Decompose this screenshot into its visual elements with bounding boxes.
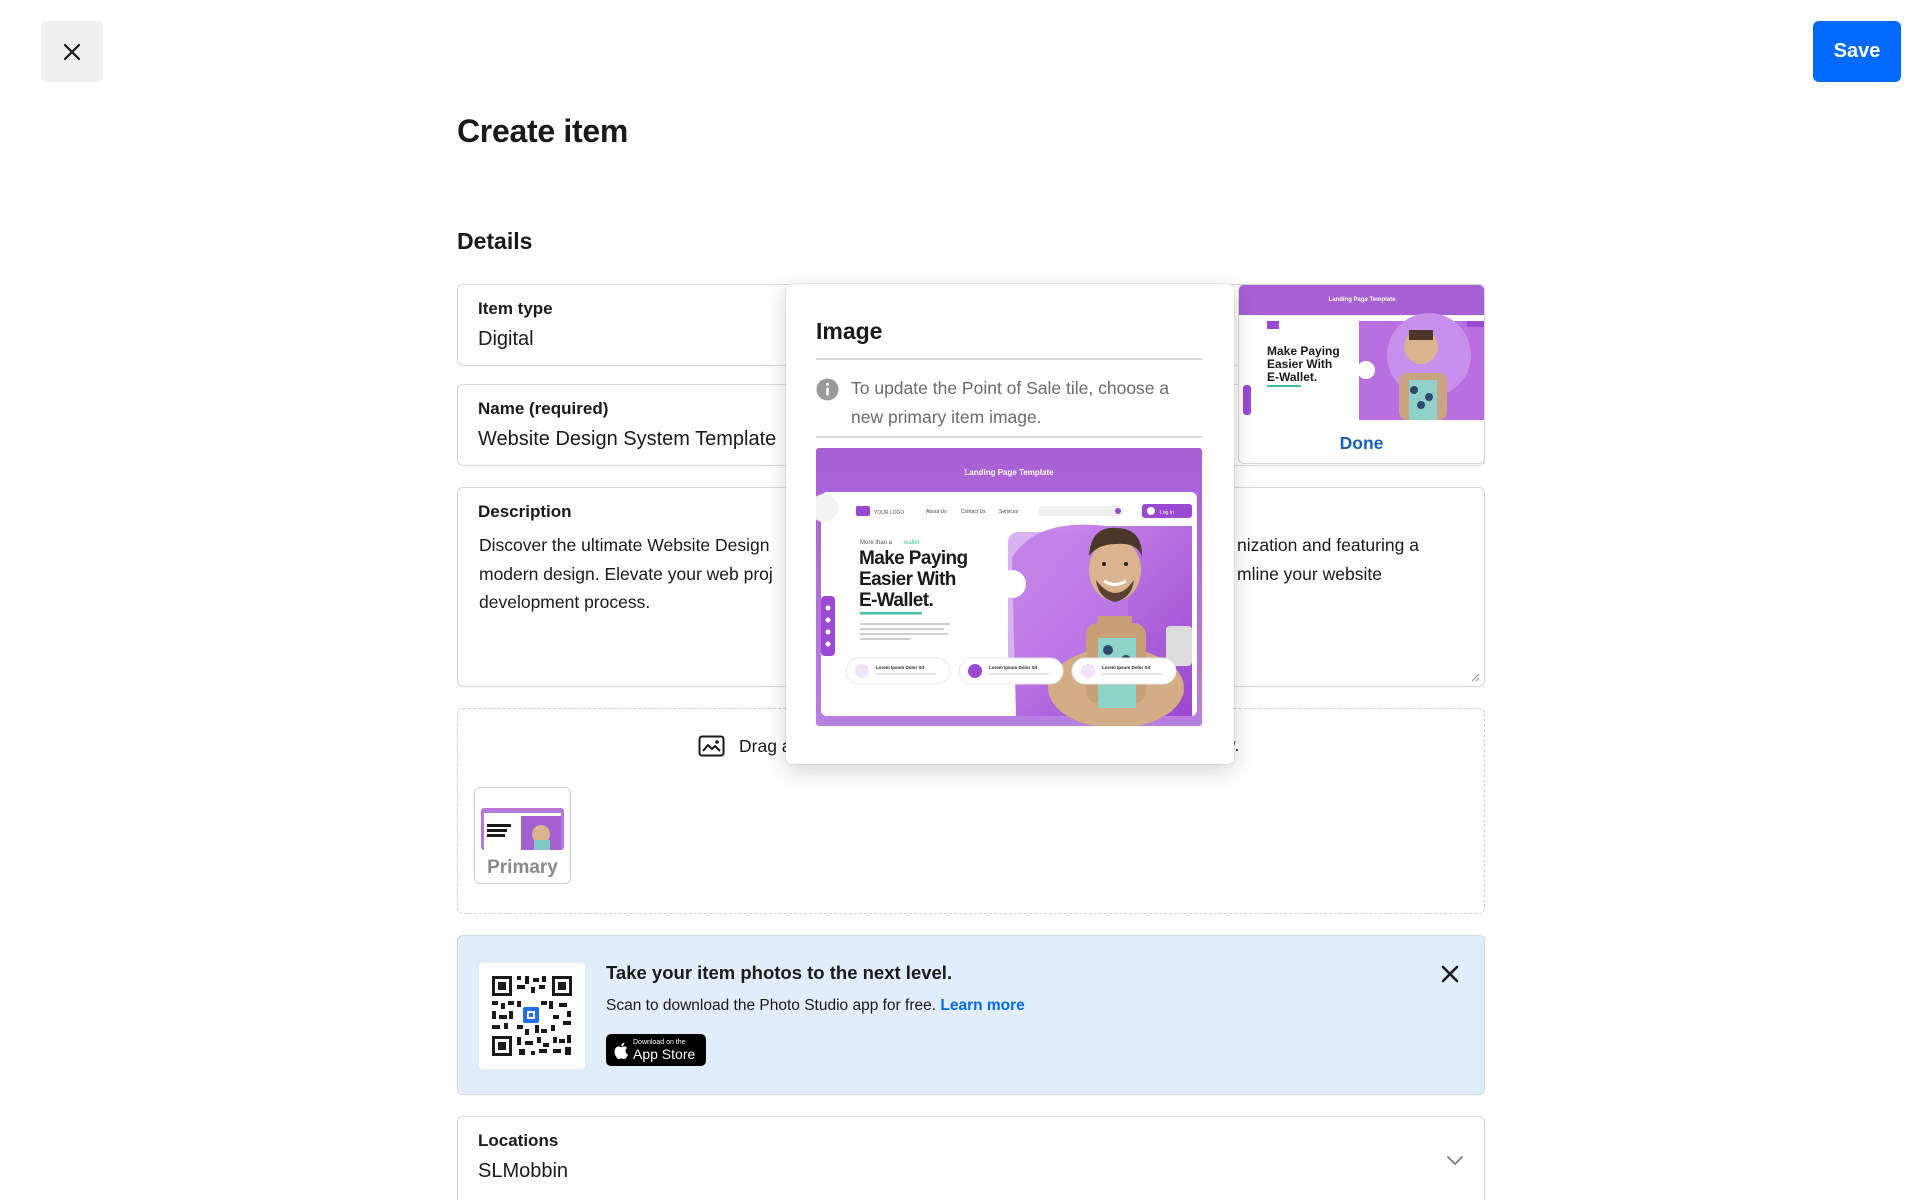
image-icon	[698, 735, 725, 757]
preview-logo: YOUR LOGO	[874, 510, 904, 516]
description-line: mline your website	[1237, 563, 1382, 584]
image-card-headline: E-Wallet.	[1267, 370, 1317, 384]
preview-nav-item: About Us	[926, 509, 947, 515]
image-card-preview: Landing Page Template Make Paying Easier…	[1239, 285, 1484, 420]
preview-headline: Make Paying	[859, 548, 968, 569]
app-store-button[interactable]: Download on the App Store	[606, 1034, 706, 1066]
name-value: Website Design System Template	[478, 428, 777, 450]
banner-title: Take your item photos to the next level.	[606, 962, 953, 983]
dropzone-row: Drag a	[698, 735, 792, 757]
preview-banner-title: Landing Page Template	[964, 468, 1054, 477]
preview-nav-item: Contact Us	[961, 509, 986, 515]
description-line: development process.	[479, 592, 651, 612]
popover-info-text: To update the Point of Sale tile, choose…	[851, 378, 1170, 427]
description-line: Discover the ultimate Website Design	[479, 535, 770, 555]
dropzone-text: Drag a	[739, 735, 792, 756]
locations-label: Locations	[478, 1131, 559, 1150]
preview-kicker-accent: wallet	[903, 540, 920, 546]
popover-image-preview[interactable]: Landing Page Template YOUR LOGO About Us…	[816, 448, 1202, 726]
info-icon	[816, 378, 839, 401]
preview-kicker: More than a	[860, 540, 893, 546]
save-button[interactable]: Save	[1813, 21, 1901, 82]
done-button[interactable]: Done	[1239, 433, 1484, 454]
thumb-image	[481, 808, 564, 850]
popover-info: To update the Point of Sale tile, choose…	[816, 374, 1202, 431]
preview-card-text: Lorem Ipsum Dolor Sit	[989, 665, 1038, 670]
preview-nav-item: Services	[999, 509, 1019, 515]
preview-card-text: Lorem Ipsum Dolor Sit	[876, 665, 925, 670]
description-line: nization and featuring a	[1237, 535, 1419, 555]
qr-code-image	[492, 976, 572, 1056]
learn-more-link[interactable]: Learn more	[940, 997, 1024, 1014]
image-card: Landing Page Template Make Paying Easier…	[1238, 284, 1485, 464]
name-label: Name (required)	[478, 399, 609, 418]
close-icon[interactable]	[1438, 962, 1462, 986]
photo-studio-banner: Take your item photos to the next level.…	[457, 935, 1485, 1095]
thumb-preview-image	[481, 808, 564, 850]
popover-divider	[816, 436, 1202, 438]
banner-subtitle: Scan to download the Photo Studio app fo…	[606, 997, 1025, 1015]
preview-headline: Easier With	[859, 569, 956, 590]
primary-label: Primary	[487, 857, 558, 878]
preview-login: Log In	[1160, 510, 1174, 516]
app-store-big-text: App Store	[633, 1046, 696, 1062]
apple-icon	[614, 1042, 628, 1059]
close-button[interactable]	[41, 21, 103, 82]
locations-select[interactable]: Locations SLMobbin	[457, 1116, 1485, 1200]
description-label: Description	[478, 502, 572, 521]
description-line: modern design. Elevate your web proj	[479, 563, 773, 584]
preview-headline: E-Wallet.	[859, 590, 933, 611]
resize-grip-icon[interactable]	[1470, 672, 1480, 682]
popover-title: Image	[816, 318, 883, 344]
chevron-down-icon	[1447, 1156, 1463, 1165]
landing-page-preview-image: Landing Page Template YOUR LOGO About Us…	[816, 448, 1202, 726]
image-popover: Image To update the Point of Sale tile, …	[786, 284, 1234, 764]
section-title-details: Details	[457, 228, 533, 254]
close-icon	[63, 43, 81, 60]
primary-image-thumb[interactable]: Primary	[474, 787, 571, 884]
image-card-headline: Easier With	[1267, 357, 1332, 371]
popover-divider	[816, 358, 1202, 360]
item-type-value: Digital	[478, 328, 534, 350]
image-card-banner-title: Landing Page Template	[1329, 297, 1397, 303]
banner-subtitle-text: Scan to download the Photo Studio app fo…	[606, 997, 937, 1014]
preview-card-text: Lorem Ipsum Dolor Sit	[1102, 665, 1151, 670]
qr-code	[479, 963, 585, 1069]
image-card-headline: Make Paying	[1267, 344, 1340, 358]
app-store-text: Download on the App Store	[633, 1039, 695, 1061]
page-title: Create item	[457, 113, 628, 149]
image-card-preview-image: Landing Page Template Make Paying Easier…	[1239, 285, 1484, 420]
dropzone-period: .	[1234, 735, 1240, 755]
locations-value: SLMobbin	[478, 1160, 569, 1182]
item-type-label: Item type	[478, 299, 553, 318]
